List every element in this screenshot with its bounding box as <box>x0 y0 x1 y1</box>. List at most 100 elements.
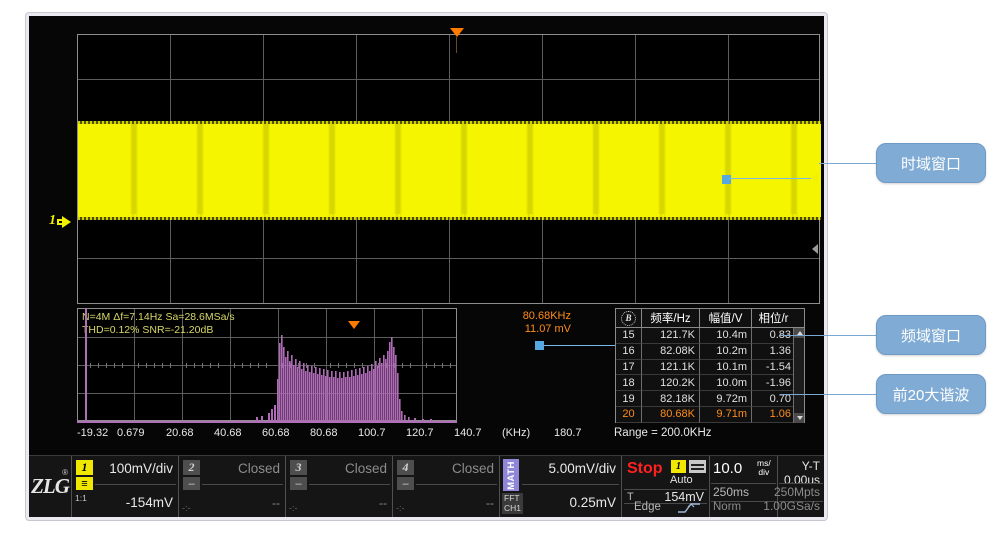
math-source-label: FFT CH1 <box>502 493 523 514</box>
table-row-selected[interactable]: 20 80.68K 9.71m 1.06 <box>616 407 804 423</box>
channel-3-status: Closed <box>345 461 387 476</box>
display-mode: Y-T <box>802 459 820 473</box>
math-badge-label: MATH <box>506 461 517 490</box>
scroll-down-button[interactable] <box>794 413 804 423</box>
table-row[interactable]: 19 82.18K 9.72m 0.70 <box>616 391 804 407</box>
channel-4-panel[interactable]: 4 – Closed -- -:- <box>392 456 499 517</box>
trigger-source-badge[interactable]: 1 <box>671 460 686 473</box>
trigger-type[interactable]: Edge <box>634 501 661 513</box>
harmonics-b-icon-cell[interactable]: B <box>616 309 642 327</box>
chevron-down-icon <box>797 416 803 420</box>
channel-4-badge[interactable]: 4 <box>397 460 414 475</box>
row-index: 15 <box>616 328 642 344</box>
brand-logo-text: ZLG <box>31 474 69 499</box>
channel-1-panel[interactable]: 1 ≡ 1:1 100mV/div -154mV <box>71 456 178 517</box>
row-index: 18 <box>616 375 642 391</box>
harmonics-table[interactable]: B 频率/Hz 幅值/V 相位/r 15 121.7K 10.4m 0.83 1… <box>615 308 805 423</box>
registered-mark: ® <box>62 468 68 477</box>
row-frequency: 82.18K <box>642 391 700 407</box>
channel-1-coupling-icon[interactable]: ≡ <box>76 477 93 490</box>
callout-time-domain-label: 时域窗口 <box>901 153 961 174</box>
sample-points: 250Mpts <box>774 485 820 499</box>
table-row[interactable]: 18 120.2K 10.0m -1.96 <box>616 375 804 391</box>
fft-info-line2: THD=0.12% SNR=-21.20dB <box>82 324 235 337</box>
status-bar: ZLG ® 1 ≡ 1:1 100mV/div -154mV 2 – Close… <box>29 455 824 517</box>
table-row[interactable]: 16 82.08K 10.2m 1.36 <box>616 344 804 360</box>
freq-tick-1: 0.679 <box>117 427 145 439</box>
timebase-unit-denominator: div <box>757 468 771 477</box>
trigger-coupling-icon[interactable] <box>689 460 706 473</box>
b-circle-icon[interactable]: B <box>621 311 636 326</box>
harmonics-table-body: 15 121.7K 10.4m 0.83 16 82.08K 10.2m 1.3… <box>616 328 804 423</box>
row-index: 16 <box>616 344 642 360</box>
trigger-mode[interactable]: Auto <box>670 474 693 486</box>
sample-rate: 1.00GSa/s <box>763 499 820 513</box>
row-frequency: 80.68K <box>642 407 700 423</box>
fft-vertical-cursor[interactable] <box>85 308 87 423</box>
channel-3-offset: -- <box>379 496 387 510</box>
trigger-panel[interactable]: Stop 1 Auto T 154mV Edge <box>621 456 709 517</box>
channel-1-offset: -154mV <box>126 495 173 510</box>
callout-leader-2 <box>780 335 878 336</box>
brand-logo: ZLG ® <box>29 456 71 517</box>
table-row[interactable]: 17 121.1K 10.1m -1.54 <box>616 360 804 376</box>
cursor-leader-line <box>729 178 811 179</box>
row-phase: -1.96 <box>752 375 795 391</box>
channel1-label: 1 <box>49 214 56 228</box>
table-row[interactable]: 15 121.7K 10.4m 0.83 <box>616 328 804 344</box>
fft-range-label: Range = 200.0KHz <box>614 427 712 439</box>
scroll-up-button[interactable] <box>794 328 804 338</box>
fft-info-line1: N=4M Δf=7.14Hz Sa=28.6MSa/s <box>82 311 235 324</box>
column-header-phase: 相位/r <box>752 309 795 327</box>
freq-tick-6: 100.7 <box>358 427 386 439</box>
channel-2-badge[interactable]: 2 <box>183 460 200 475</box>
trigger-level-prefix: T <box>627 491 634 503</box>
column-header-frequency: 频率/Hz <box>642 309 700 327</box>
channel-4-coupling-icon[interactable]: – <box>397 477 414 490</box>
row-frequency: 120.2K <box>642 375 700 391</box>
ground-arrow-icon[interactable] <box>62 216 71 228</box>
freq-tick-2: 20.68 <box>166 427 194 439</box>
channel-3-panel[interactable]: 3 – Closed -- -:- <box>285 456 392 517</box>
row-frequency: 121.7K <box>642 328 700 344</box>
run-stop-status[interactable]: Stop <box>627 460 663 478</box>
callout-leader-1 <box>819 163 878 164</box>
freq-tick-9: 180.7 <box>554 427 582 439</box>
freq-tick-5: 80.68 <box>310 427 338 439</box>
math-badge[interactable]: MATH <box>503 459 519 491</box>
table-scrollbar[interactable] <box>793 328 804 423</box>
frequency-axis: -19.32 0.679 20.68 40.68 60.68 80.68 100… <box>77 424 487 444</box>
channel-4-status: Closed <box>452 461 494 476</box>
channel-3-badge[interactable]: 3 <box>290 460 307 475</box>
trigger-level-arrow-icon[interactable] <box>810 173 818 183</box>
freq-tick-0: -19.32 <box>77 427 108 439</box>
callout-top20-harmonics: 前20大谐波 <box>876 374 986 414</box>
row-amplitude: 10.1m <box>700 360 752 376</box>
callout-leader-3 <box>780 394 878 395</box>
channel-1-badge[interactable]: 1 <box>76 460 93 475</box>
acquisition-panel[interactable]: Y-T 0.00us 250Mpts 1.00GSa/s <box>777 456 824 517</box>
cursor-handle-icon[interactable] <box>722 175 731 184</box>
fft-horizontal-cursor[interactable] <box>77 421 457 423</box>
fft-cursor-handle-icon[interactable] <box>535 341 544 350</box>
row-frequency: 121.1K <box>642 360 700 376</box>
channel-3-coupling-icon[interactable]: – <box>290 477 307 490</box>
callout-frequency-domain-label: 频域窗口 <box>901 325 961 346</box>
fft-cursor-amplitude: 11.07 mV <box>481 323 571 336</box>
scope-display-area: 1 T <box>29 16 824 517</box>
callout-frequency-domain: 频域窗口 <box>876 315 986 355</box>
time-domain-window[interactable] <box>77 34 820 304</box>
channel-2-coupling-icon[interactable]: – <box>183 477 200 490</box>
freq-axis-unit: (KHz) <box>502 427 530 439</box>
frequency-domain-window[interactable]: N=4M Δf=7.14Hz Sa=28.6MSa/s THD=0.12% SN… <box>77 308 457 421</box>
freq-tick-4: 60.68 <box>262 427 290 439</box>
collapse-arrow-icon[interactable] <box>812 244 818 254</box>
fft-cursor-readout: 80.68KHz 11.07 mV <box>481 310 571 336</box>
channel-2-panel[interactable]: 2 – Closed -- -:- <box>178 456 285 517</box>
trigger-position-marker-icon[interactable] <box>450 28 464 37</box>
row-amplitude: 10.0m <box>700 375 752 391</box>
math-panel[interactable]: MATH FFT CH1 5.00mV/div 0.25mV <box>499 456 621 517</box>
math-scale: 5.00mV/div <box>548 461 616 476</box>
fft-trigger-marker-icon[interactable] <box>348 321 360 329</box>
freq-tick-7: 120.7 <box>406 427 434 439</box>
